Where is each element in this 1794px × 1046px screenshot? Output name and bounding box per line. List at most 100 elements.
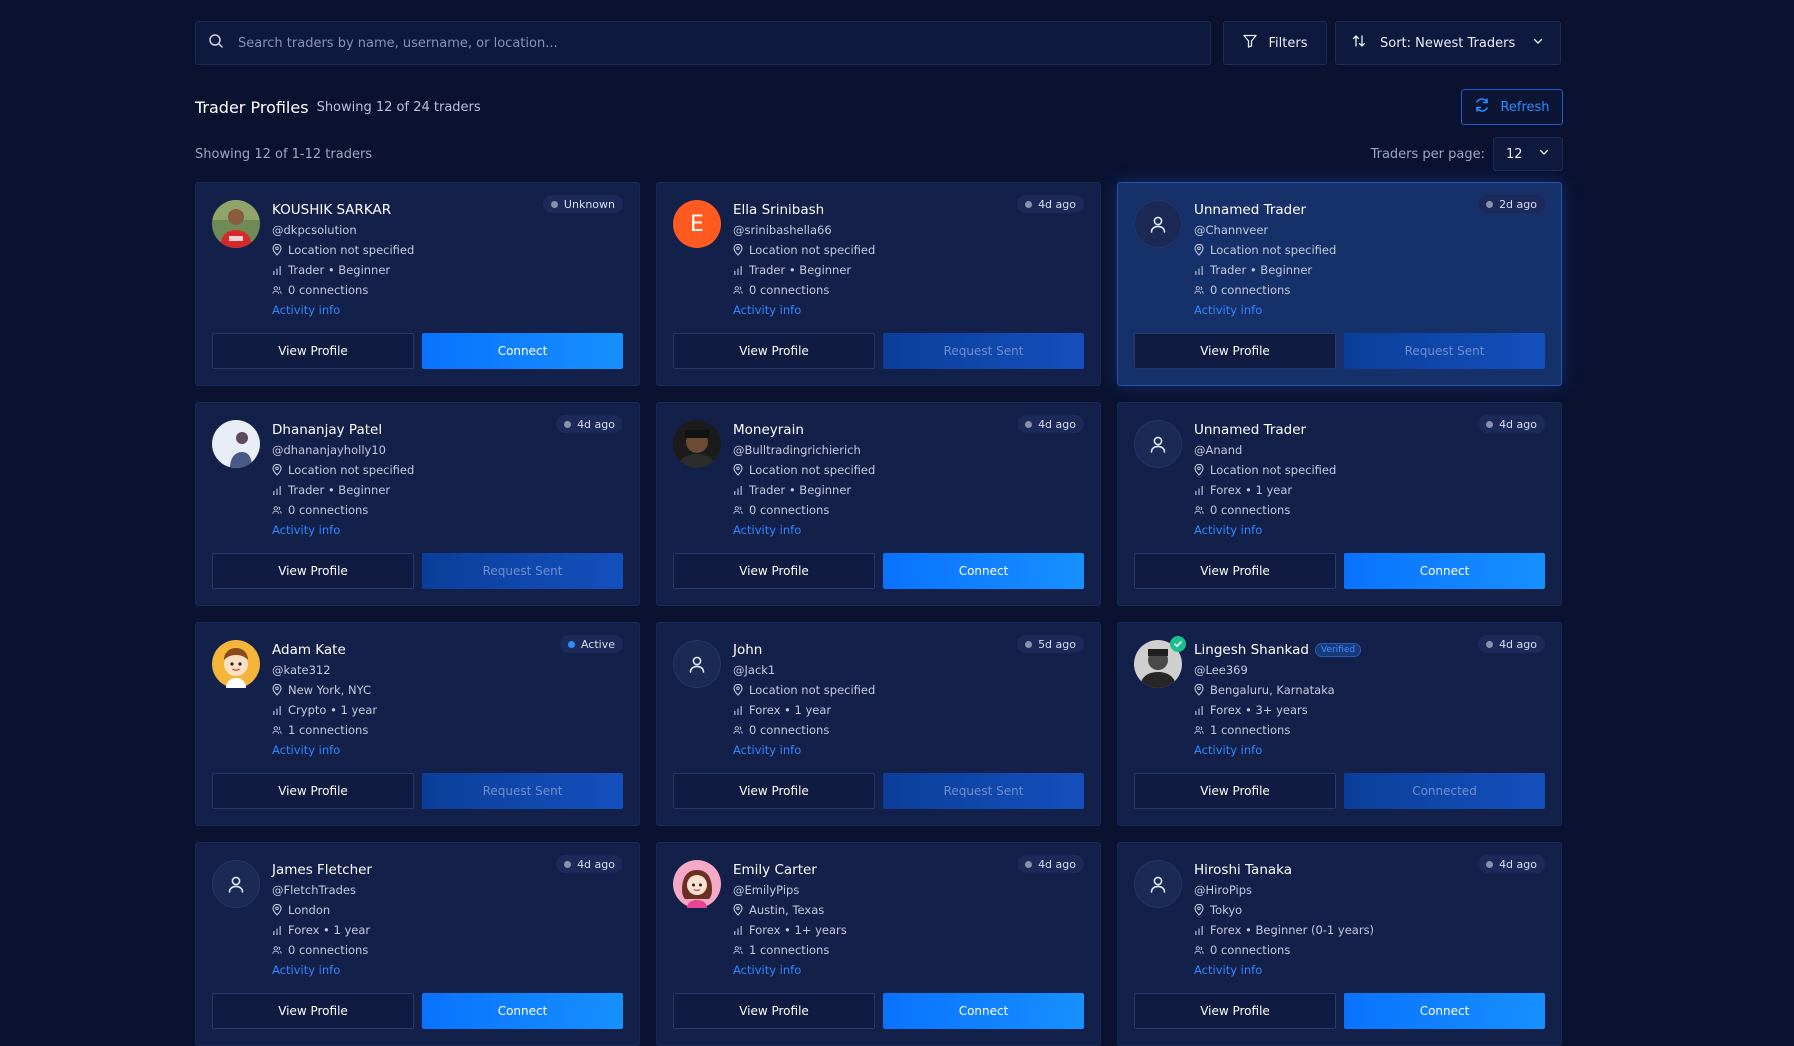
avatar[interactable] (673, 420, 721, 468)
status-badge: 4d ago (1017, 855, 1084, 873)
location-pin-icon (733, 684, 743, 696)
refresh-button[interactable]: Refresh (1461, 89, 1563, 125)
trader-name[interactable]: KOUSHIK SARKAR (272, 202, 391, 218)
per-page-select[interactable]: 12 (1493, 137, 1563, 171)
sort-dropdown[interactable]: Sort: Newest Traders (1335, 21, 1561, 65)
trader-name[interactable]: Ella Srinibash (733, 202, 824, 218)
activity-link[interactable]: Activity info (272, 740, 377, 760)
view-profile-button[interactable]: View Profile (1134, 773, 1336, 809)
trader-name[interactable]: John (733, 642, 762, 658)
trader-name[interactable]: Moneyrain (733, 422, 804, 438)
connect-button[interactable]: Request Sent (422, 773, 623, 809)
avatar[interactable]: E (673, 200, 721, 248)
search-input[interactable] (236, 34, 1210, 52)
location-pin-icon (272, 684, 282, 696)
connect-button[interactable]: Request Sent (883, 333, 1084, 369)
connect-button[interactable]: Request Sent (422, 553, 623, 589)
trader-connections: 1 connections (272, 720, 377, 740)
search-box[interactable] (195, 21, 1211, 65)
trader-name[interactable]: Dhananjay Patel (272, 422, 382, 438)
trader-role: Forex • 3+ years (1194, 700, 1361, 720)
avatar[interactable] (673, 860, 721, 908)
activity-link[interactable]: Activity info (272, 960, 372, 980)
activity-link[interactable]: Activity info (733, 960, 847, 980)
per-page-value: 12 (1506, 146, 1523, 162)
status-dot (1025, 860, 1033, 868)
connect-button[interactable]: Request Sent (883, 773, 1084, 809)
activity-link[interactable]: Activity info (733, 300, 875, 320)
avatar[interactable] (212, 640, 260, 688)
connect-button[interactable]: Request Sent (1344, 333, 1545, 369)
view-profile-button[interactable]: View Profile (212, 553, 414, 589)
bar-chart-icon (733, 265, 743, 275)
activity-link[interactable]: Activity info (272, 520, 414, 540)
view-profile-button[interactable]: View Profile (1134, 993, 1336, 1029)
trader-name[interactable]: James Fletcher (272, 862, 372, 878)
trader-name[interactable]: Lingesh Shankad (1194, 642, 1309, 658)
status-dot (1025, 640, 1033, 648)
connect-button[interactable]: Connected (1344, 773, 1545, 809)
location-text: London (288, 903, 331, 917)
trader-connections: 1 connections (1194, 720, 1361, 740)
trader-handle: @Jack1 (733, 663, 776, 677)
verified-check-icon (1170, 636, 1186, 652)
connect-button[interactable]: Connect (883, 993, 1084, 1029)
view-profile-button[interactable]: View Profile (673, 773, 875, 809)
user-icon (228, 876, 244, 893)
trader-location: Location not specified (1194, 240, 1336, 260)
location-pin-icon (733, 904, 743, 916)
trader-card: Active Adam Kate @kate312 New York, NYC … (195, 622, 640, 826)
avatar[interactable] (1134, 860, 1182, 908)
trader-name[interactable]: Adam Kate (272, 642, 346, 658)
users-icon (1194, 505, 1204, 515)
avatar[interactable] (212, 200, 260, 248)
activity-link[interactable]: Activity info (733, 520, 875, 540)
avatar[interactable] (673, 640, 721, 688)
filters-button[interactable]: Filters (1223, 21, 1327, 65)
trader-name[interactable]: Unnamed Trader (1194, 202, 1306, 218)
view-profile-button[interactable]: View Profile (1134, 333, 1336, 369)
location-text: New York, NYC (288, 683, 371, 697)
bar-chart-icon (733, 485, 743, 495)
view-profile-button[interactable]: View Profile (673, 553, 875, 589)
trader-name[interactable]: Unnamed Trader (1194, 422, 1306, 438)
activity-link[interactable]: Activity info (272, 300, 414, 320)
avatar[interactable] (212, 420, 260, 468)
trader-card: 4d ago Lingesh Shankad Verified @Lee369 … (1117, 622, 1562, 826)
card-actions: View Profile Request Sent (1134, 333, 1545, 369)
avatar-photo (212, 420, 260, 468)
avatar[interactable] (1134, 420, 1182, 468)
trader-handle: @Lee369 (1194, 663, 1248, 677)
trader-role: Forex • 1 year (733, 700, 875, 720)
view-profile-button[interactable]: View Profile (212, 773, 414, 809)
activity-link[interactable]: Activity info (733, 740, 875, 760)
avatar[interactable] (1134, 636, 1186, 688)
role-text: Forex • 1 year (1210, 483, 1293, 497)
trader-role: Trader • Beginner (1194, 260, 1336, 280)
view-profile-button[interactable]: View Profile (673, 993, 875, 1029)
trader-role: Trader • Beginner (272, 260, 414, 280)
trader-name[interactable]: Hiroshi Tanaka (1194, 862, 1292, 878)
avatar[interactable] (1134, 200, 1182, 248)
view-profile-button[interactable]: View Profile (1134, 553, 1336, 589)
status-badge: 4d ago (1017, 415, 1084, 433)
view-profile-button[interactable]: View Profile (212, 993, 414, 1029)
connect-button[interactable]: Connect (1344, 553, 1545, 589)
trader-name[interactable]: Emily Carter (733, 862, 817, 878)
trader-info: Unnamed Trader @Channveer Location not s… (1194, 200, 1336, 320)
header: Trader Profiles Showing 12 of 24 traders… (195, 89, 1563, 125)
connect-button[interactable]: Connect (883, 553, 1084, 589)
activity-link[interactable]: Activity info (1194, 300, 1336, 320)
connect-button[interactable]: Connect (1344, 993, 1545, 1029)
connect-button[interactable]: Connect (422, 333, 623, 369)
status-badge: 4d ago (1478, 415, 1545, 433)
view-profile-button[interactable]: View Profile (212, 333, 414, 369)
connect-button[interactable]: Connect (422, 993, 623, 1029)
activity-link[interactable]: Activity info (1194, 520, 1336, 540)
avatar[interactable] (212, 860, 260, 908)
trader-location: Bengaluru, Karnataka (1194, 680, 1361, 700)
role-text: Trader • Beginner (288, 263, 391, 277)
activity-link[interactable]: Activity info (1194, 740, 1361, 760)
activity-link[interactable]: Activity info (1194, 960, 1374, 980)
view-profile-button[interactable]: View Profile (673, 333, 875, 369)
